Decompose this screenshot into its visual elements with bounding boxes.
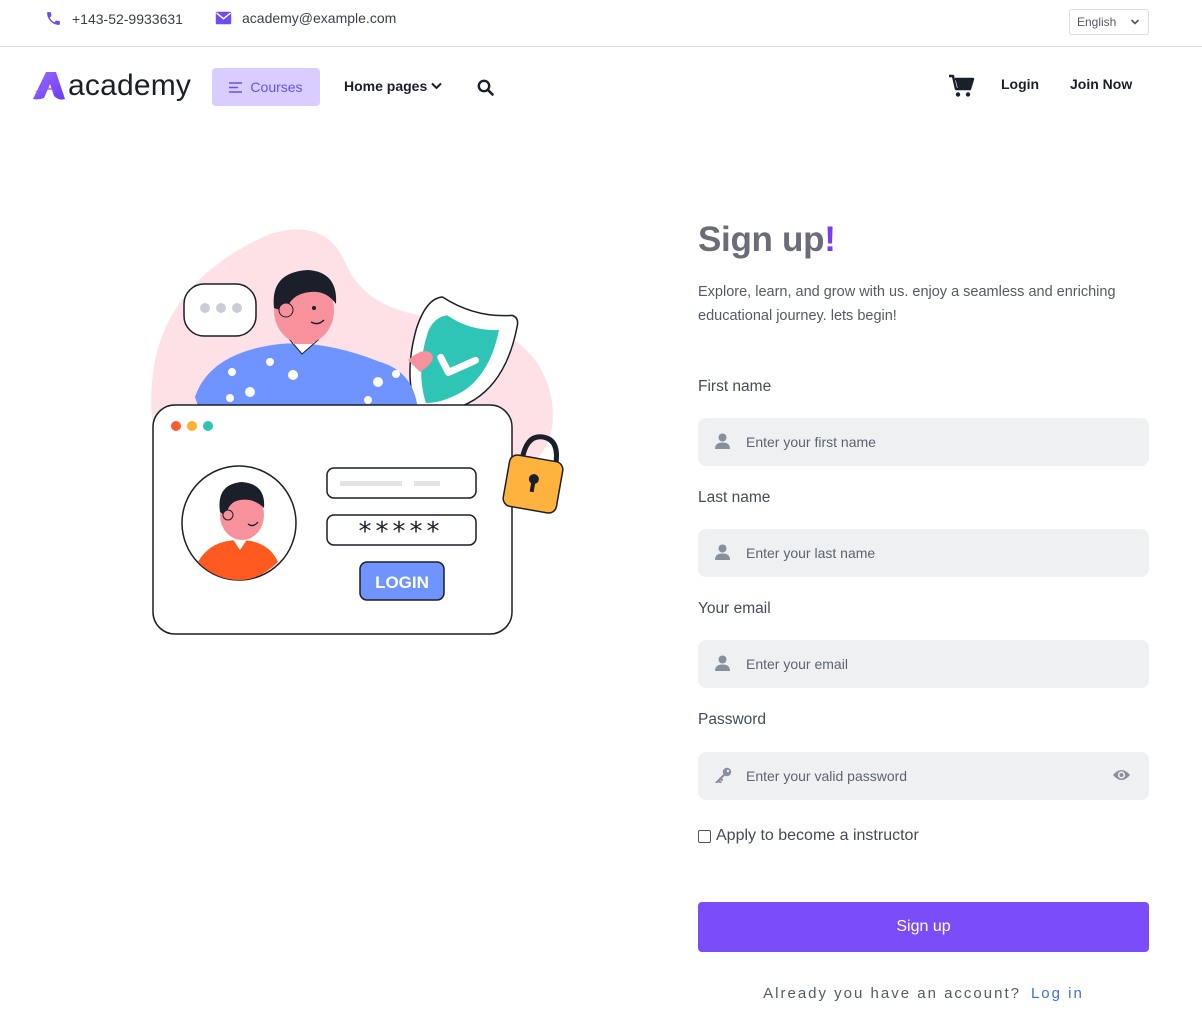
- chevron-down-icon: [431, 82, 442, 90]
- first-name-field[interactable]: [698, 418, 1149, 466]
- last-name-input[interactable]: [746, 545, 1116, 561]
- instructor-checkbox-label: Apply to become a instructor: [716, 827, 919, 844]
- join-now-link[interactable]: Join Now: [1070, 76, 1132, 92]
- sign-up-button-label: Sign up: [896, 918, 951, 935]
- user-icon: [715, 655, 730, 671]
- courses-label: Courses: [250, 79, 303, 95]
- top-bar: +143-52-9933631 academy@example.com Engl…: [0, 0, 1202, 47]
- phone-icon: [47, 12, 60, 25]
- logo-mark-icon: [33, 72, 65, 100]
- password-label: Password: [698, 711, 767, 728]
- log-in-link[interactable]: Log in: [1031, 985, 1084, 1002]
- last-name-label: Last name: [698, 489, 771, 506]
- home-pages-menu[interactable]: Home pages: [344, 78, 442, 94]
- search-button[interactable]: [477, 79, 494, 101]
- password-input[interactable]: [746, 768, 1116, 784]
- contact-phone[interactable]: +143-52-9933631: [45, 10, 183, 27]
- language-select[interactable]: English: [1069, 9, 1149, 35]
- contact-email[interactable]: academy@example.com: [215, 10, 396, 26]
- key-icon: [715, 767, 732, 783]
- page-title: Sign up!: [698, 220, 1149, 260]
- signup-illustration: ***** LOGIN: [140, 222, 570, 642]
- instructor-checkbox[interactable]: [698, 829, 711, 843]
- login-prompt-text: Already you have an account?: [763, 985, 1021, 1002]
- sign-up-button[interactable]: Sign up: [698, 902, 1149, 952]
- main-navbar: academy Courses Home pages Login Join No…: [0, 47, 1202, 127]
- language-value: English: [1077, 15, 1117, 29]
- home-pages-label: Home pages: [344, 78, 428, 94]
- logo[interactable]: academy: [32, 69, 191, 103]
- courses-button[interactable]: Courses: [212, 68, 320, 106]
- page-subtitle: Explore, learn, and grow with us. enjoy …: [698, 284, 1116, 324]
- first-name-input[interactable]: [746, 434, 1116, 450]
- title-text: Sign up: [698, 220, 825, 259]
- email-field[interactable]: [698, 640, 1149, 688]
- login-prompt: Already you have an account? Log in: [698, 985, 1149, 1002]
- title-mark: !: [824, 220, 836, 259]
- password-mask-text: *****: [359, 517, 444, 547]
- menu-lines-icon: [229, 81, 243, 93]
- cart-button[interactable]: [948, 74, 975, 103]
- email-address: academy@example.com: [242, 10, 397, 26]
- user-icon: [715, 433, 730, 449]
- chevron-down-icon: [1130, 19, 1140, 25]
- illustration-login-text: LOGIN: [375, 573, 429, 592]
- signup-form: Sign up! Explore, learn, and grow with u…: [698, 220, 1149, 1002]
- last-name-field[interactable]: [698, 529, 1149, 577]
- search-icon: [477, 79, 494, 96]
- logo-text: academy: [68, 69, 192, 102]
- email-input[interactable]: [746, 656, 1116, 672]
- cart-icon: [949, 74, 975, 97]
- instructor-checkbox-row[interactable]: Apply to become a instructor: [698, 827, 919, 845]
- user-icon: [715, 544, 730, 560]
- phone-number: +143-52-9933631: [72, 10, 183, 27]
- login-link[interactable]: Login: [1001, 76, 1039, 92]
- mail-icon: [215, 11, 232, 25]
- password-field[interactable]: [698, 752, 1149, 800]
- illustration-graphic: ***** LOGIN: [151, 229, 564, 635]
- first-name-label: First name: [698, 378, 772, 395]
- email-label: Your email: [698, 600, 771, 617]
- eye-icon[interactable]: [1112, 768, 1131, 782]
